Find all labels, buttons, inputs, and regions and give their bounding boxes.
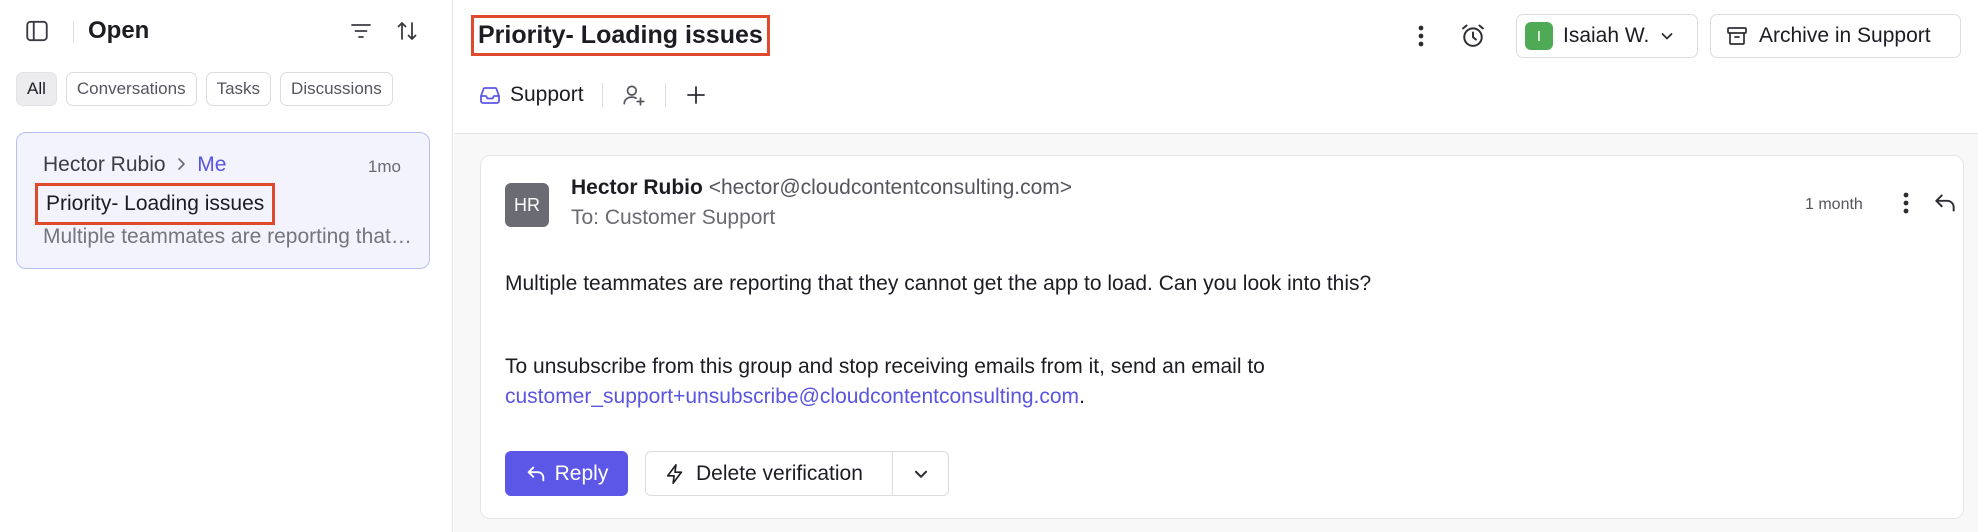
list-title: Open [88,17,150,44]
sender-avatar: HR [505,183,549,227]
conversation-preview: Multiple teammates are reporting that th… [43,225,413,248]
message-recipient: To: Customer Support [571,206,776,229]
conversation-tabs: Support [478,78,708,112]
reply-label: Reply [554,461,609,485]
chevron-down-icon [1659,28,1675,44]
tabs-divider [664,83,666,107]
chevron-right-icon [175,153,193,176]
chip-tasks[interactable]: Tasks [205,72,272,106]
rule-options-dropdown[interactable] [893,452,948,495]
chip-discussions[interactable]: Discussions [280,72,393,106]
reply-arrow-icon [525,463,547,485]
message-body: Multiple teammates are reporting that th… [505,272,1372,295]
conversation-list-item[interactable]: Hector Rubio Me 1mo Priority- Loading is… [16,132,430,269]
reply-button[interactable]: Reply [505,451,628,496]
unsubscribe-period: . [1079,385,1085,408]
sort-icon[interactable] [390,14,424,48]
inbox-tag-support[interactable]: Support [478,83,584,107]
conversation-participants: Hector Rubio Me [43,153,226,177]
sender-email: <hector@cloudcontentconsulting.com> [708,176,1073,199]
chip-conversations[interactable]: Conversations [65,72,197,106]
delete-verification-button[interactable]: Delete verification [646,452,893,495]
add-icon[interactable] [684,83,708,107]
assignee-name: Isaiah W. [1563,24,1650,47]
conversation-detail-panel: Priority- Loading issues I Isaiah W. Arc… [454,0,1978,532]
sender-name[interactable]: Hector Rubio [571,176,703,199]
conversation-header: Priority- Loading issues I Isaiah W. Arc… [454,0,1978,134]
inbox-label: Support [510,83,584,106]
conversation-list-panel: Open All Conversations Tasks Discussions… [0,0,453,532]
more-options-icon[interactable] [1406,18,1436,54]
chevron-down-icon [912,465,930,483]
message-sender: Hector Rubio <hector@cloudcontentconsult… [571,176,1072,200]
message-card: HR Hector Rubio <hector@cloudcontentcons… [480,155,1964,519]
chip-all[interactable]: All [16,72,57,106]
inbox-icon [478,83,502,107]
message-more-icon[interactable] [1893,186,1919,220]
archive-label: Archive in Support [1759,24,1931,47]
unsubscribe-notice: To unsubscribe from this group and stop … [505,352,1265,412]
assignee-dropdown[interactable]: I Isaiah W. [1516,14,1698,58]
filter-icon[interactable] [344,14,378,48]
conversation-to: Me [197,153,227,176]
page-title: Priority- Loading issues [471,15,770,56]
snooze-alarm-icon[interactable] [1454,18,1492,54]
list-header: Open [0,0,453,64]
archive-button[interactable]: Archive in Support [1710,14,1961,58]
sidebar-toggle-icon[interactable] [20,14,54,48]
conversation-time: 1mo [367,157,401,176]
lightning-icon [664,463,686,485]
view-filter-chips: All Conversations Tasks Discussions [16,72,393,106]
conversation-subject: Priority- Loading issues [35,183,276,225]
header-divider [73,22,74,42]
tabs-divider [601,83,603,107]
add-participant-icon[interactable] [621,82,647,108]
archive-icon [1725,24,1749,48]
rule-action-split-button: Delete verification [645,451,949,496]
unsubscribe-text: To unsubscribe from this group and stop … [505,355,1265,378]
conversation-from: Hector Rubio [43,153,166,176]
unsubscribe-email-link[interactable]: customer_support+unsubscribe@cloudconten… [505,385,1079,408]
delete-verification-label: Delete verification [696,461,863,485]
message-time: 1 month [1805,196,1863,213]
reply-icon[interactable] [1927,186,1963,220]
assignee-avatar: I [1525,22,1553,50]
